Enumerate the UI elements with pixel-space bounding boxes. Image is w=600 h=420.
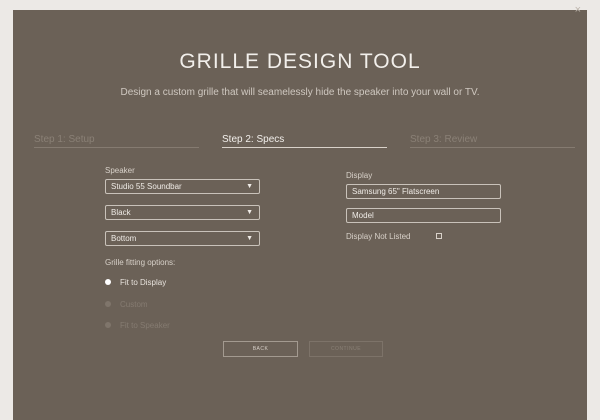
speaker-model-select[interactable]: Studio 55 Soundbar ▼ [105,179,260,194]
speaker-label: Speaker [105,166,135,175]
chevron-down-icon: ▼ [246,235,253,242]
radio-selected-icon[interactable] [105,279,111,285]
radio-label: Fit to Display [120,278,167,287]
display-not-listed-checkbox[interactable] [436,233,442,239]
radio-unselected-icon[interactable] [105,322,111,328]
display-name-field[interactable]: Samsung 65" Flatscreen [346,184,501,199]
radio-unselected-icon[interactable] [105,301,111,307]
display-label: Display [346,171,373,180]
speaker-color-value: Black [111,208,131,217]
step-divider [222,147,387,148]
step-specs[interactable]: Step 2: Specs [222,134,387,148]
fitting-options-label: Grille fitting options: [105,258,176,267]
step-label: Step 1: Setup [34,134,95,145]
chevron-down-icon: ▼ [246,209,253,216]
step-divider [34,147,199,148]
speaker-position-value: Bottom [111,234,137,243]
step-review: Step 3: Review [410,134,575,148]
display-model-field[interactable]: Model [346,208,501,223]
step-divider [410,147,575,148]
speaker-color-select[interactable]: Black ▼ [105,205,260,220]
close-icon[interactable]: × [575,4,581,16]
grille-design-panel: × GRILLE DESIGN TOOL Design a custom gri… [13,4,587,420]
chevron-down-icon: ▼ [246,183,253,190]
step-progress: Step 1: Setup Step 2: Specs Step 3: Revi… [34,134,575,154]
radio-label: Fit to Speaker [120,321,170,330]
display-model-placeholder: Model [352,211,374,220]
step-label: Step 2: Specs [222,134,285,145]
back-button[interactable]: BACK [223,341,298,357]
display-name-value: Samsung 65" Flatscreen [352,187,440,196]
speaker-position-select[interactable]: Bottom ▼ [105,231,260,246]
step-setup[interactable]: Step 1: Setup [34,134,199,148]
page-subtitle: Design a custom grille that will seamele… [120,87,480,98]
speaker-model-value: Studio 55 Soundbar [111,182,182,191]
step-label: Step 3: Review [410,134,478,145]
display-not-listed-label: Display Not Listed [346,232,411,241]
page-title: GRILLE DESIGN TOOL [179,50,421,73]
continue-button[interactable]: CONTINUE [309,341,383,357]
radio-label: Custom [120,300,148,309]
